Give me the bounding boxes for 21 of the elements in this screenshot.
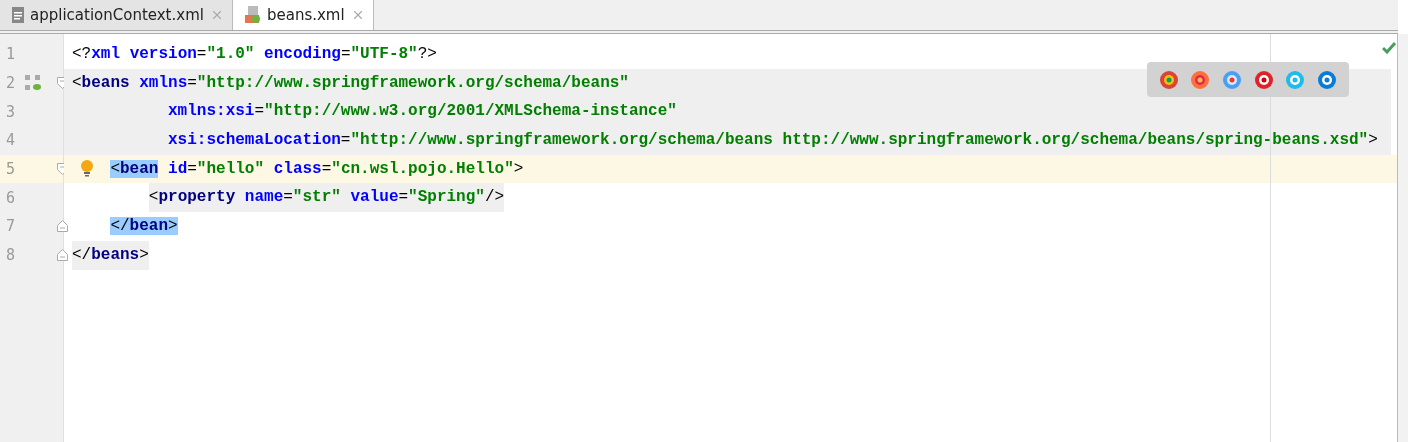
line-number: 8 bbox=[5, 246, 17, 265]
code-line: <?xml version="1.0" encoding="UTF-8"?> bbox=[72, 44, 437, 65]
code-line: <beans xmlns="http://www.springframework.org/schema/beans" bbox=[72, 72, 629, 94]
line-number: 4 bbox=[5, 131, 17, 150]
line-number: 3 bbox=[5, 102, 17, 121]
line-number: 6 bbox=[5, 188, 17, 207]
check-icon bbox=[1382, 42, 1396, 54]
line-number: 7 bbox=[5, 217, 17, 236]
code-line: <bean id="hello" class="cn.wsl.pojo.Hello"> bbox=[110, 158, 524, 180]
code-line: xmlns:xsi="http://www.w3.org/2001/XMLSchema-instance" bbox=[168, 101, 677, 123]
line-number: 1 bbox=[5, 45, 17, 64]
fold-marker-icon[interactable] bbox=[57, 249, 68, 262]
spring-bean-icon[interactable] bbox=[25, 75, 41, 92]
editor-tab[interactable]: beans.xml bbox=[232, 0, 374, 30]
code-line: xsi:schemaLocation="http://www.springframework.org/schema/beans http://www.springframework.org/schema/beans/spring-beans.xsd"> bbox=[168, 130, 1378, 152]
line-number: 2 bbox=[5, 74, 17, 93]
code-line: </bean> bbox=[110, 216, 178, 238]
fold-marker-icon[interactable] bbox=[57, 220, 68, 233]
lightbulb-icon[interactable] bbox=[80, 160, 94, 179]
editor-tab[interactable]: applicationContext.xml bbox=[0, 0, 233, 30]
line-number: 5 bbox=[5, 160, 17, 179]
